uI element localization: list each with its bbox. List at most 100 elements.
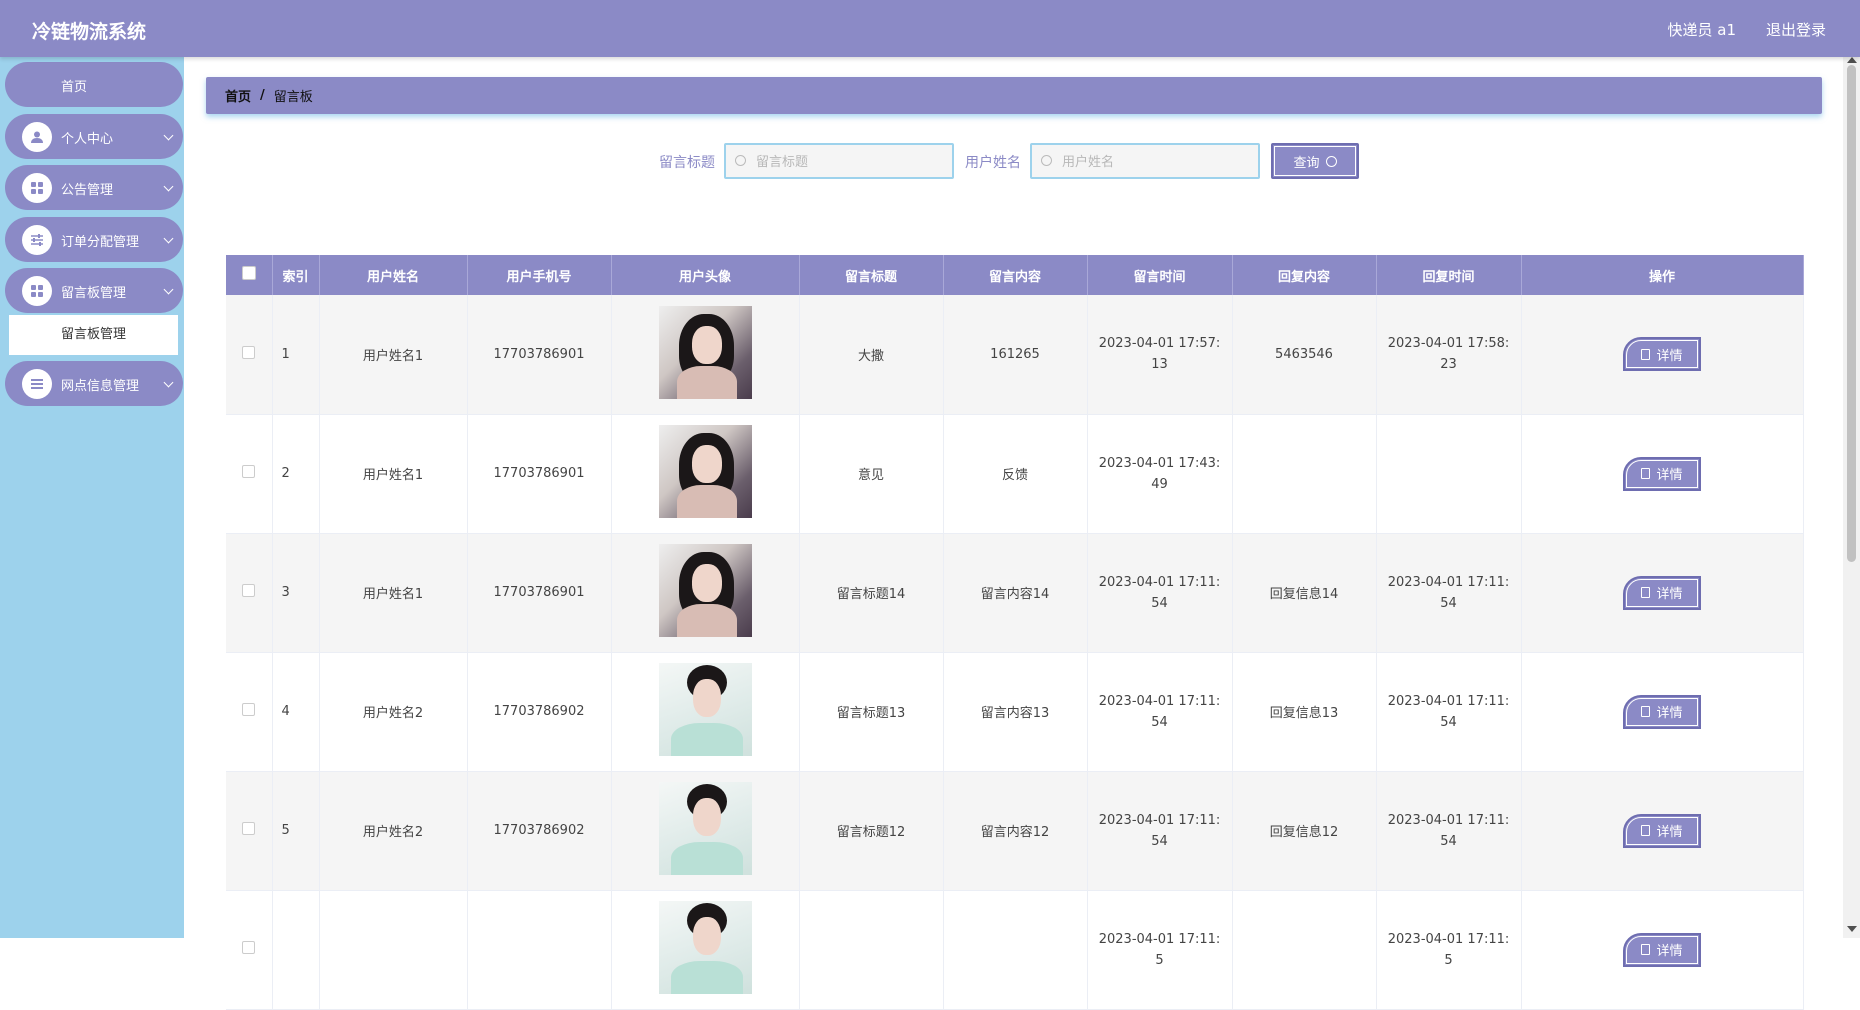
sidebar-item-label: 订单分配管理 (61, 235, 140, 250)
grid-icon (22, 276, 52, 306)
logout-link[interactable]: 退出登录 (1766, 19, 1826, 40)
table-row: 3 用户姓名1 17703786901 留言标题14 留言内容14 2023-04-01 … (226, 533, 1804, 653)
sidebar-item-personal-center[interactable]: 个人中心 (5, 114, 183, 159)
column-header: 回复时间 (1376, 255, 1522, 295)
avatar[interactable] (658, 544, 752, 637)
action-cell: 详情 (1521, 771, 1804, 891)
row-select-cell (226, 414, 273, 534)
content-cell: 161265 (943, 295, 1088, 415)
row-checkbox[interactable] (242, 345, 256, 359)
sidebar-item-branch-info[interactable]: 网点信息管理 (5, 361, 183, 406)
reply-cell (1232, 890, 1377, 1010)
scroll-up-icon[interactable] (1847, 57, 1857, 63)
content-cell: 留言内容12 (943, 771, 1088, 891)
avatar[interactable] (658, 305, 752, 399)
time-cell: 2023-04-01 17:11:54 (1087, 652, 1233, 772)
reply-cell: 回复信息13 (1232, 652, 1377, 772)
avatar-cell (611, 771, 800, 891)
message-table: 索引 用户姓名 用户手机号 用户头像 留言标题 留言内容 留言时间 回复内容 回… (226, 255, 1804, 1010)
chevron-down-icon (163, 284, 174, 295)
content-cell (943, 890, 1088, 1010)
title-cell: 留言标题12 (799, 771, 944, 891)
message-time: 2023-04-01 17:11:54 (1098, 574, 1221, 611)
reply-time: 2023-04-01 17:11:54 (1387, 693, 1510, 730)
title-cell: 大撒 (799, 295, 944, 415)
table-row: 1 用户姓名1 17703786901 大撒 161265 2023-04-01 17:5… (226, 295, 1804, 415)
row-checkbox[interactable] (242, 584, 256, 597)
column-header: 操作 (1521, 255, 1804, 295)
avatar[interactable] (658, 901, 752, 994)
app-title: 冷链物流系统 (32, 21, 147, 43)
avatar[interactable] (658, 425, 752, 518)
column-header: 用户手机号 (467, 255, 612, 295)
reply-cell: 回复信息14 (1232, 533, 1377, 653)
reply-time-cell: 2023-04-01 17:11:54 (1376, 533, 1522, 653)
reply-time-cell: 2023-04-01 17:11:54 (1376, 771, 1522, 891)
action-cell: 详情 (1521, 295, 1804, 415)
message-time: 2023-04-01 17:43:49 (1098, 455, 1221, 492)
avatar-cell (611, 533, 800, 653)
search-icon (1041, 155, 1052, 166)
reply-time-cell: 2023-04-01 17:11:54 (1376, 652, 1522, 772)
action-cell: 详情 (1521, 890, 1804, 1010)
sidebar-item-home[interactable]: 首页 (5, 62, 183, 107)
reply-time: 2023-04-01 17:11:5 (1387, 931, 1510, 968)
username-input[interactable] (1030, 143, 1260, 179)
detail-button[interactable]: 详情 (1623, 456, 1701, 491)
breadcrumb-separator: / (260, 88, 265, 103)
time-cell: 2023-04-01 17:11:54 (1087, 533, 1233, 653)
detail-button[interactable]: 详情 (1623, 813, 1701, 848)
username-cell: 用户姓名1 (319, 533, 468, 653)
column-header: 用户姓名 (319, 255, 468, 295)
chevron-down-icon (163, 181, 174, 192)
action-cell: 详情 (1521, 533, 1804, 653)
vertical-scrollbar[interactable] (1843, 57, 1860, 938)
document-icon (1641, 825, 1651, 836)
scrollbar-thumb[interactable] (1847, 65, 1856, 562)
detail-button[interactable]: 详情 (1623, 694, 1701, 729)
sidebar: 首页 个人中心 公告管理 订单分配管理 留言板管理 留言板管理 网点信息管理 (0, 57, 184, 938)
sidebar-item-order-assignment[interactable]: 订单分配管理 (5, 217, 183, 262)
query-button-label: 查询 (1293, 155, 1320, 171)
sidebar-item-announcements[interactable]: 公告管理 (5, 165, 183, 210)
reply-cell (1232, 414, 1377, 534)
row-select-cell (226, 652, 273, 772)
message-title-label: 留言标题 (659, 155, 715, 171)
phone-cell (467, 890, 612, 1010)
username-cell: 用户姓名1 (319, 295, 468, 415)
submenu-item-message-board[interactable]: 留言板管理 (9, 315, 178, 355)
column-header: 回复内容 (1232, 255, 1377, 295)
phone-cell: 17703786901 (467, 414, 612, 534)
sliders-icon (22, 225, 52, 255)
row-checkbox[interactable] (242, 941, 256, 954)
title-cell (799, 890, 944, 1010)
sidebar-item-message-board[interactable]: 留言板管理 (5, 268, 183, 313)
title-cell: 留言标题14 (799, 533, 944, 653)
message-time: 2023-04-01 17:11:54 (1098, 693, 1221, 730)
table-header-row: 索引 用户姓名 用户手机号 用户头像 留言标题 留言内容 留言时间 回复内容 回… (226, 255, 1804, 295)
index-cell (272, 890, 320, 1010)
table-row: 4 用户姓名2 17703786902 留言标题13 留言内容13 2023-04-01 … (226, 652, 1804, 772)
index-cell: 3 (272, 533, 320, 653)
scroll-down-icon[interactable] (1847, 926, 1857, 932)
sidebar-item-label: 留言板管理 (61, 286, 127, 301)
detail-button[interactable]: 详情 (1623, 337, 1701, 372)
action-cell: 详情 (1521, 414, 1804, 534)
row-checkbox[interactable] (242, 822, 256, 835)
row-checkbox[interactable] (242, 703, 256, 716)
document-icon (1641, 587, 1651, 598)
column-header: 留言时间 (1087, 255, 1233, 295)
row-checkbox[interactable] (242, 465, 256, 478)
sidebar-item-label: 首页 (61, 80, 88, 95)
query-button[interactable]: 查询 (1271, 143, 1359, 179)
time-cell: 2023-04-01 17:11:54 (1087, 771, 1233, 891)
avatar[interactable] (658, 663, 752, 756)
select-all-checkbox[interactable] (241, 266, 256, 280)
detail-button-label: 详情 (1656, 348, 1683, 364)
sidebar-item-label: 网点信息管理 (61, 379, 140, 394)
avatar[interactable] (658, 782, 752, 875)
message-title-input[interactable] (724, 143, 954, 179)
time-cell: 2023-04-01 17:43:49 (1087, 414, 1233, 534)
detail-button[interactable]: 详情 (1623, 575, 1701, 610)
breadcrumb-home[interactable]: 首页 (225, 86, 251, 105)
